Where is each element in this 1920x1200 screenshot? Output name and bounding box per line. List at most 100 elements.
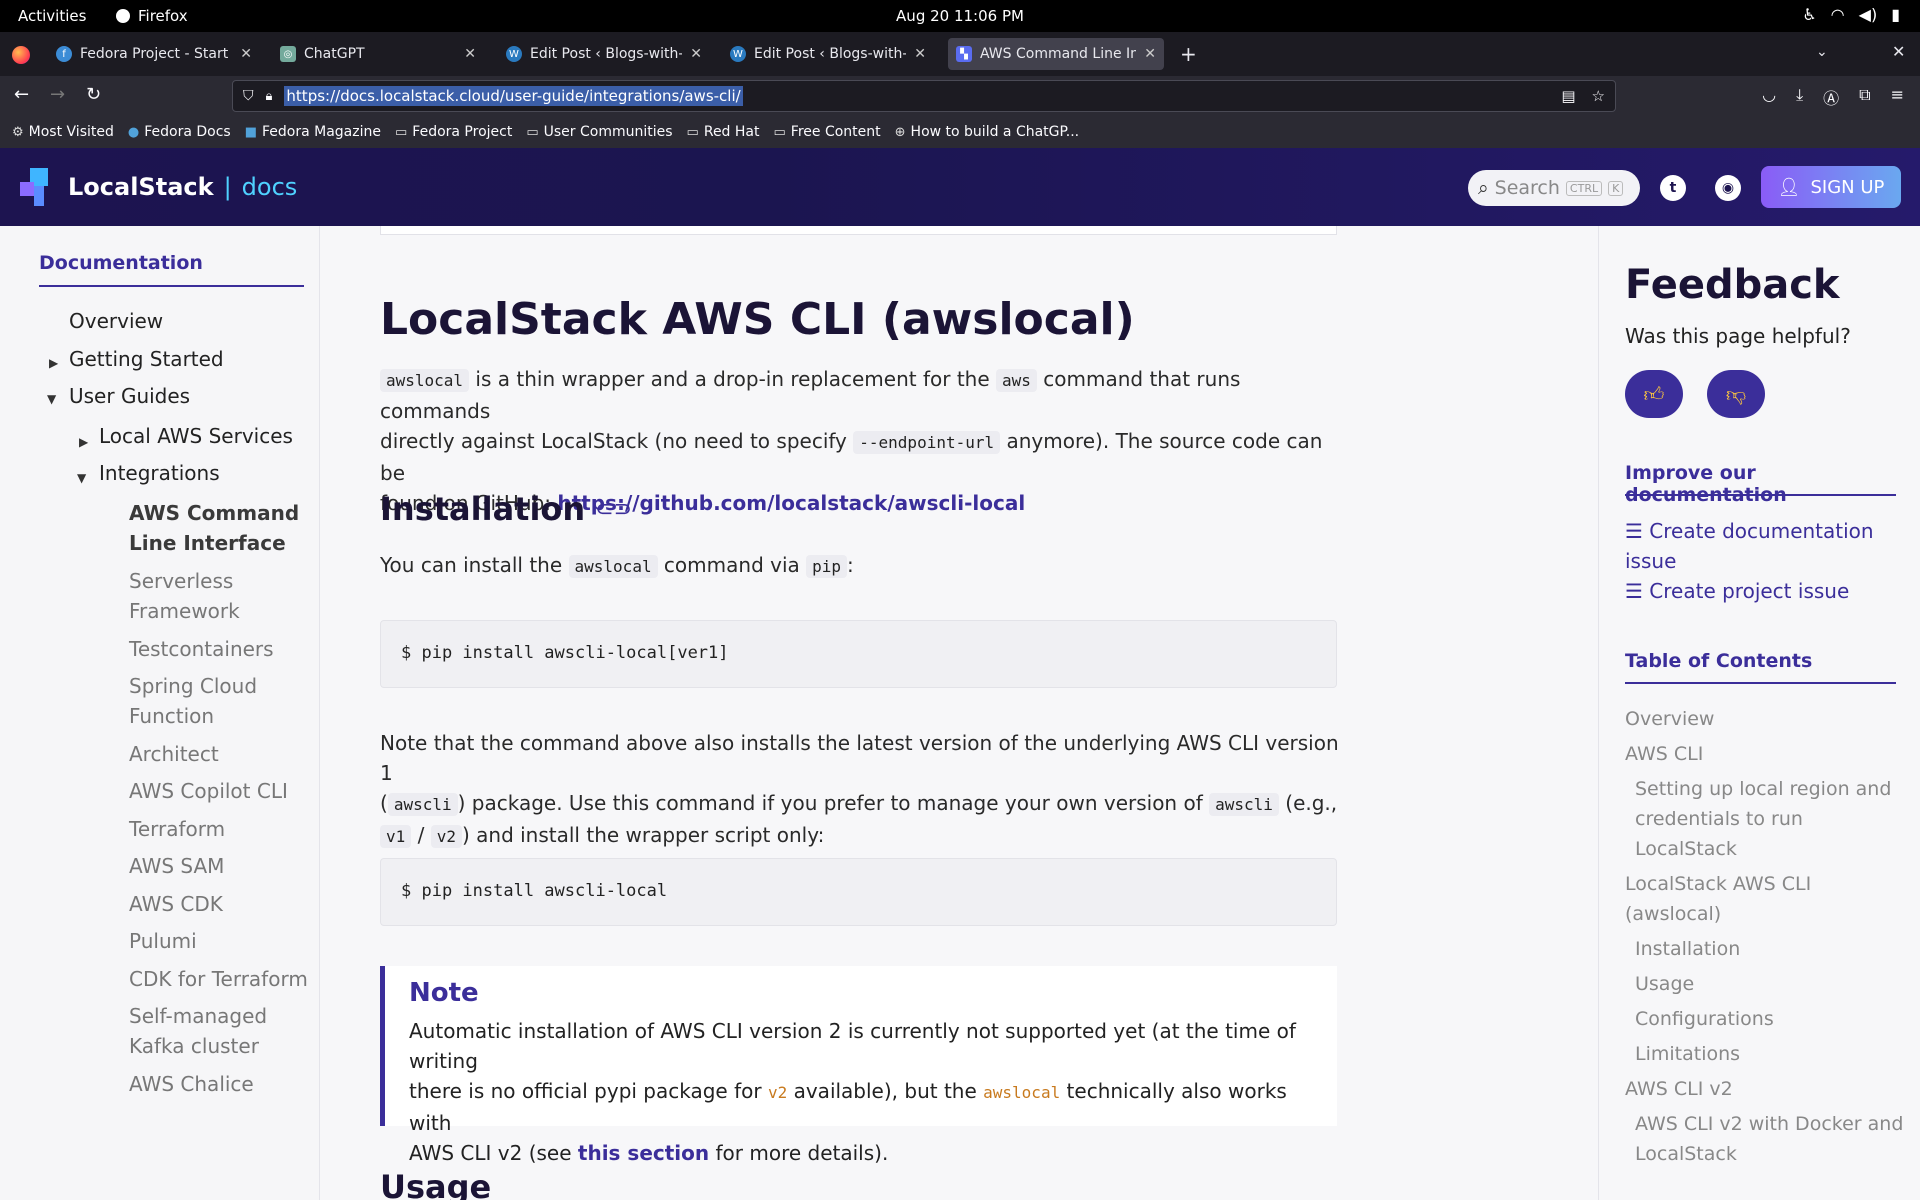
sidebar-item-overview[interactable]: Overview bbox=[69, 306, 163, 336]
bookmark-user-communities[interactable]: ▭ User Communities bbox=[526, 124, 672, 140]
sidebar-item-getting-started[interactable]: Getting Started bbox=[69, 344, 224, 374]
sidebar-item-pulumi[interactable]: Pulumi bbox=[129, 926, 197, 956]
downloads-icon[interactable]: ⤓ bbox=[1796, 85, 1803, 109]
gear-icon: ⚙ bbox=[12, 124, 24, 140]
new-tab-plus-icon[interactable]: + bbox=[1180, 42, 1197, 66]
lock-icon[interactable]: 🔒︎ bbox=[266, 89, 273, 104]
tab-fedora[interactable]: f Fedora Project - Start Pag ✕ bbox=[48, 38, 260, 70]
back-arrow-icon[interactable]: ← bbox=[14, 84, 29, 105]
bookmark-star-icon[interactable]: ☆ bbox=[1592, 87, 1605, 105]
create-documentation-issue-link[interactable]: ☰ Create documentation issue bbox=[1625, 516, 1905, 576]
tab-chatgpt[interactable]: ◎ ChatGPT ✕ bbox=[272, 38, 484, 70]
system-tray[interactable]: ♿ ◠ ◀) ▮ bbox=[1802, 5, 1900, 24]
sidebar-item-cdk-for-terraform[interactable]: CDK for Terraform bbox=[129, 964, 308, 994]
close-icon[interactable]: ✕ bbox=[464, 46, 476, 62]
toc-item-awslocal-line2[interactable]: (awslocal) bbox=[1625, 899, 1895, 929]
this-section-link[interactable]: this section bbox=[578, 1141, 709, 1165]
folder-icon: ▭ bbox=[526, 124, 539, 140]
sidebar-item-aws-cli-line1[interactable]: AWS Command bbox=[129, 498, 299, 528]
toc-item-setting-up-line1[interactable]: Setting up local region and bbox=[1635, 774, 1905, 804]
toc-item-configurations[interactable]: Configurations bbox=[1635, 1004, 1905, 1034]
firefox-view-icon[interactable] bbox=[12, 46, 30, 64]
forward-arrow-icon[interactable]: → bbox=[50, 84, 65, 105]
sign-up-button[interactable]: 👤︎ SIGN UP bbox=[1761, 166, 1901, 208]
toc-item-aws-cli[interactable]: AWS CLI bbox=[1625, 739, 1895, 769]
menu-hamburger-icon[interactable]: ≡ bbox=[1891, 85, 1904, 109]
volume-icon[interactable]: ◀) bbox=[1859, 5, 1878, 24]
sidebar-item-local-aws-services[interactable]: Local AWS Services bbox=[99, 421, 293, 451]
bookmark-red-hat[interactable]: ▭ Red Hat bbox=[687, 124, 760, 140]
toc-item-overview[interactable]: Overview bbox=[1625, 704, 1895, 734]
url-text[interactable]: https://docs.localstack.cloud/user-guide… bbox=[284, 86, 743, 106]
sidebar-title[interactable]: Documentation bbox=[39, 252, 203, 274]
toc-item-awslocal-line1[interactable]: LocalStack AWS CLI bbox=[1625, 869, 1895, 899]
caret-right-icon[interactable]: ▶ bbox=[79, 435, 88, 449]
address-bar[interactable]: ⛉ 🔒︎ https://docs.localstack.cloud/user-… bbox=[232, 80, 1616, 112]
toc-item-setting-up-line3[interactable]: LocalStack bbox=[1635, 834, 1905, 864]
wordpress-favicon-icon: W bbox=[506, 46, 522, 62]
sidebar-item-spring-cloud-line2[interactable]: Function bbox=[129, 701, 214, 731]
sidebar-item-user-guides[interactable]: User Guides bbox=[69, 381, 190, 411]
sidebar-item-kafka-line1[interactable]: Self-managed bbox=[129, 1001, 267, 1031]
sidebar-item-aws-sam[interactable]: AWS SAM bbox=[129, 851, 224, 881]
code-block[interactable]: $ pip install awscli-local bbox=[380, 858, 1337, 926]
close-icon[interactable]: ✕ bbox=[1144, 46, 1156, 62]
close-icon[interactable]: ✕ bbox=[690, 46, 702, 62]
sidebar-item-terraform[interactable]: Terraform bbox=[129, 814, 225, 844]
close-icon[interactable]: ✕ bbox=[240, 46, 252, 62]
extensions-icon[interactable]: ⧉ bbox=[1859, 85, 1870, 109]
pocket-icon[interactable]: ◡ bbox=[1762, 85, 1776, 109]
account-icon[interactable]: Ⓐ bbox=[1823, 85, 1839, 109]
window-close-icon[interactable]: ✕ bbox=[1892, 42, 1905, 61]
caret-down-icon[interactable]: ▼ bbox=[77, 471, 86, 485]
toc-item-usage[interactable]: Usage bbox=[1635, 969, 1905, 999]
battery-icon[interactable]: ▮ bbox=[1891, 5, 1900, 24]
thumbs-down-button[interactable]: 👎︎ bbox=[1707, 370, 1765, 418]
anchor-link-icon[interactable]: ⊂⊃ bbox=[595, 497, 632, 522]
tracking-shield-icon[interactable]: ⛉ bbox=[243, 88, 254, 104]
toc-item-installation[interactable]: Installation bbox=[1635, 934, 1905, 964]
thumbs-up-button[interactable]: 👍︎ bbox=[1625, 370, 1683, 418]
code-block[interactable]: $ pip install awscli-local[ver1] bbox=[380, 620, 1337, 688]
bookmark-most-visited[interactable]: ⚙ Most Visited bbox=[12, 124, 114, 140]
twitter-icon[interactable]: t bbox=[1660, 175, 1686, 201]
sidebar-item-aws-cdk[interactable]: AWS CDK bbox=[129, 889, 223, 919]
clock[interactable]: Aug 20 11:06 PM bbox=[0, 7, 1920, 25]
github-icon[interactable]: ◉ bbox=[1715, 175, 1741, 201]
bookmark-fedora-magazine[interactable]: ■ Fedora Magazine bbox=[245, 124, 381, 140]
toc-item-docker-line2[interactable]: LocalStack bbox=[1635, 1139, 1905, 1169]
search-input[interactable]: ⌕ Search CTRL K bbox=[1468, 170, 1640, 206]
tab-edit-post-2[interactable]: W Edit Post ‹ Blogs-with-Ac ✕ bbox=[722, 38, 934, 70]
list-all-tabs-chevron-icon[interactable]: ⌄ bbox=[1816, 44, 1828, 60]
sidebar-item-testcontainers[interactable]: Testcontainers bbox=[129, 634, 274, 664]
note-text: Automatic installation of AWS CLI versio… bbox=[409, 1019, 1296, 1165]
wifi-icon[interactable]: ◠ bbox=[1831, 5, 1845, 24]
bookmark-chatgpt-guide[interactable]: ⊕ How to build a ChatGP... bbox=[895, 124, 1080, 140]
toc-item-limitations[interactable]: Limitations bbox=[1635, 1039, 1905, 1069]
close-icon[interactable]: ✕ bbox=[914, 46, 926, 62]
create-project-issue-link[interactable]: ☰ Create project issue bbox=[1625, 576, 1905, 606]
sidebar-item-aws-copilot-cli[interactable]: AWS Copilot CLI bbox=[129, 776, 288, 806]
sidebar-item-kafka-line2[interactable]: Kafka cluster bbox=[129, 1031, 259, 1061]
sidebar-item-aws-cli-line2[interactable]: Line Interface bbox=[129, 528, 286, 558]
caret-down-icon[interactable]: ▼ bbox=[47, 392, 56, 406]
bookmark-fedora-project[interactable]: ▭ Fedora Project bbox=[395, 124, 512, 140]
bookmark-fedora-docs[interactable]: ● Fedora Docs bbox=[128, 124, 231, 140]
tab-aws-cli[interactable]: ▚ AWS Command Line Inter ✕ bbox=[948, 38, 1164, 70]
tab-edit-post-1[interactable]: W Edit Post ‹ Blogs-with-Ac ✕ bbox=[498, 38, 710, 70]
sidebar-item-serverless-line1[interactable]: Serverless bbox=[129, 566, 233, 596]
reader-view-icon[interactable]: ▤ bbox=[1561, 87, 1575, 105]
toc-item-setting-up-line2[interactable]: credentials to run bbox=[1635, 804, 1905, 834]
bookmark-free-content[interactable]: ▭ Free Content bbox=[774, 124, 881, 140]
sidebar-item-architect[interactable]: Architect bbox=[129, 739, 219, 769]
reload-icon[interactable]: ↻ bbox=[86, 84, 101, 105]
site-logo[interactable]: LocalStack | docs bbox=[20, 168, 297, 206]
sidebar-item-aws-chalice[interactable]: AWS Chalice bbox=[129, 1069, 254, 1099]
sidebar-item-integrations[interactable]: Integrations bbox=[99, 458, 220, 488]
accessibility-icon[interactable]: ♿ bbox=[1802, 5, 1816, 24]
toc-item-aws-cli-v2[interactable]: AWS CLI v2 bbox=[1625, 1074, 1895, 1104]
toc-item-docker-line1[interactable]: AWS CLI v2 with Docker and bbox=[1635, 1109, 1905, 1139]
sidebar-item-spring-cloud-line1[interactable]: Spring Cloud bbox=[129, 671, 257, 701]
sidebar-item-serverless-line2[interactable]: Framework bbox=[129, 596, 240, 626]
caret-right-icon[interactable]: ▶ bbox=[49, 356, 58, 370]
